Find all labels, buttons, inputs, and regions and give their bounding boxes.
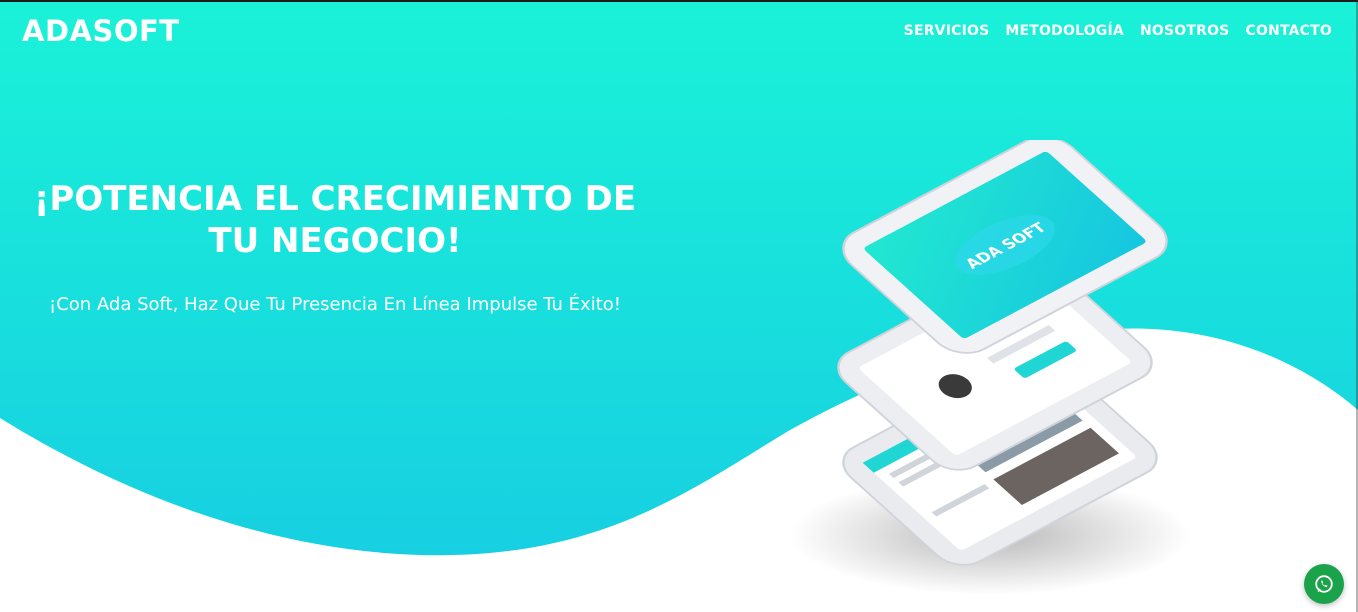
main-nav: SERVICIOS METODOLOGÍA NOSOTROS CONTACTO [904, 23, 1332, 39]
hero-subheadline: ¡Con Ada Soft, Haz Que Tu Presencia En L… [48, 294, 621, 315]
nav-item-metodologia[interactable]: METODOLOGÍA [1005, 23, 1124, 39]
hero-headline: ¡POTENCIA EL CRECIMIENTO DE TU NEGOCIO! [33, 179, 637, 261]
top-border [0, 0, 1358, 2]
phone-mockups-image: ADA SOFT [790, 140, 1190, 595]
nav-item-contacto[interactable]: CONTACTO [1245, 23, 1332, 39]
nav-item-servicios[interactable]: SERVICIOS [904, 23, 990, 39]
brand-logo[interactable]: ADASOFT [22, 14, 180, 48]
phone-top: ADA SOFT [842, 140, 1168, 354]
whatsapp-button[interactable] [1304, 564, 1344, 604]
nav-item-nosotros[interactable]: NOSOTROS [1140, 23, 1230, 39]
whatsapp-icon [1315, 575, 1333, 593]
